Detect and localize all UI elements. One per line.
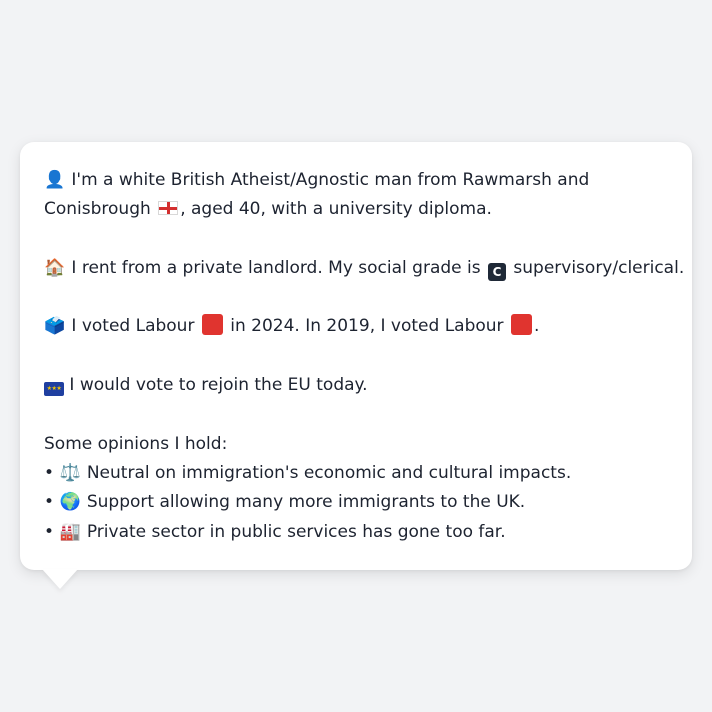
- labour-red-square-icon: [201, 314, 223, 336]
- vote-text-2: in 2024. In 2019, I voted Labour: [230, 316, 504, 337]
- labour-red-square-icon: [510, 314, 532, 336]
- identity-text-3: , aged 40, with a university diploma.: [180, 199, 492, 220]
- housing-line: 🏠 I rent from a private landlord. My soc…: [44, 254, 684, 283]
- bubble-tail: [42, 569, 78, 589]
- bullet: •: [44, 521, 55, 542]
- opinion-item: • ⚖️ Neutral on immigration's economic a…: [44, 459, 668, 488]
- vote-text-1: I voted Labour: [71, 316, 195, 337]
- vote-line: 🗳️ I voted Labour in 2024. In 2019, I vo…: [44, 312, 668, 341]
- factory-icon: 🏭: [59, 521, 81, 542]
- england-flag-icon: [158, 201, 179, 216]
- bullet: •: [44, 492, 55, 513]
- identity-text-1: I'm a white British Atheist/Agnostic man…: [71, 170, 590, 190]
- grade-c-icon: C: [488, 262, 506, 281]
- opinion-item: • 🌍 Support allowing many more immigrant…: [44, 488, 668, 517]
- grade-text: supervisory/clerical.: [513, 257, 685, 278]
- house-icon: 🏠: [44, 257, 66, 278]
- identity-line-1: 👤 I'm a white British Atheist/Agnostic m…: [44, 166, 668, 195]
- opinions-heading: Some opinions I hold:: [44, 433, 228, 454]
- message-bubble: 👤 I'm a white British Atheist/Agnostic m…: [20, 142, 692, 570]
- globe-icon: 🌍: [59, 492, 81, 513]
- opinion-text: Support allowing many more immigrants to…: [86, 492, 526, 513]
- opinion-text: Private sector in public services has go…: [86, 521, 506, 542]
- scales-icon: ⚖️: [59, 462, 81, 483]
- person-icon: 👤: [44, 170, 66, 190]
- identity-text-2: Conisbrough: [44, 199, 151, 220]
- opinion-text: Neutral on immigration's economic and cu…: [86, 462, 572, 483]
- eu-text: I would vote to rejoin the EU today.: [69, 375, 368, 396]
- ballot-box-icon: 🗳️: [44, 316, 66, 337]
- housing-text: I rent from a private landlord. My socia…: [71, 257, 481, 278]
- opinion-item: • 🏭 Private sector in public services ha…: [44, 518, 668, 547]
- eu-line: ★★★ I would vote to rejoin the EU today.: [44, 371, 668, 400]
- bullet: •: [44, 462, 55, 483]
- identity-line-2: Conisbrough , aged 40, with a university…: [44, 195, 668, 224]
- vote-text-3: .: [533, 316, 540, 337]
- eu-flag-icon: ★★★: [44, 382, 64, 397]
